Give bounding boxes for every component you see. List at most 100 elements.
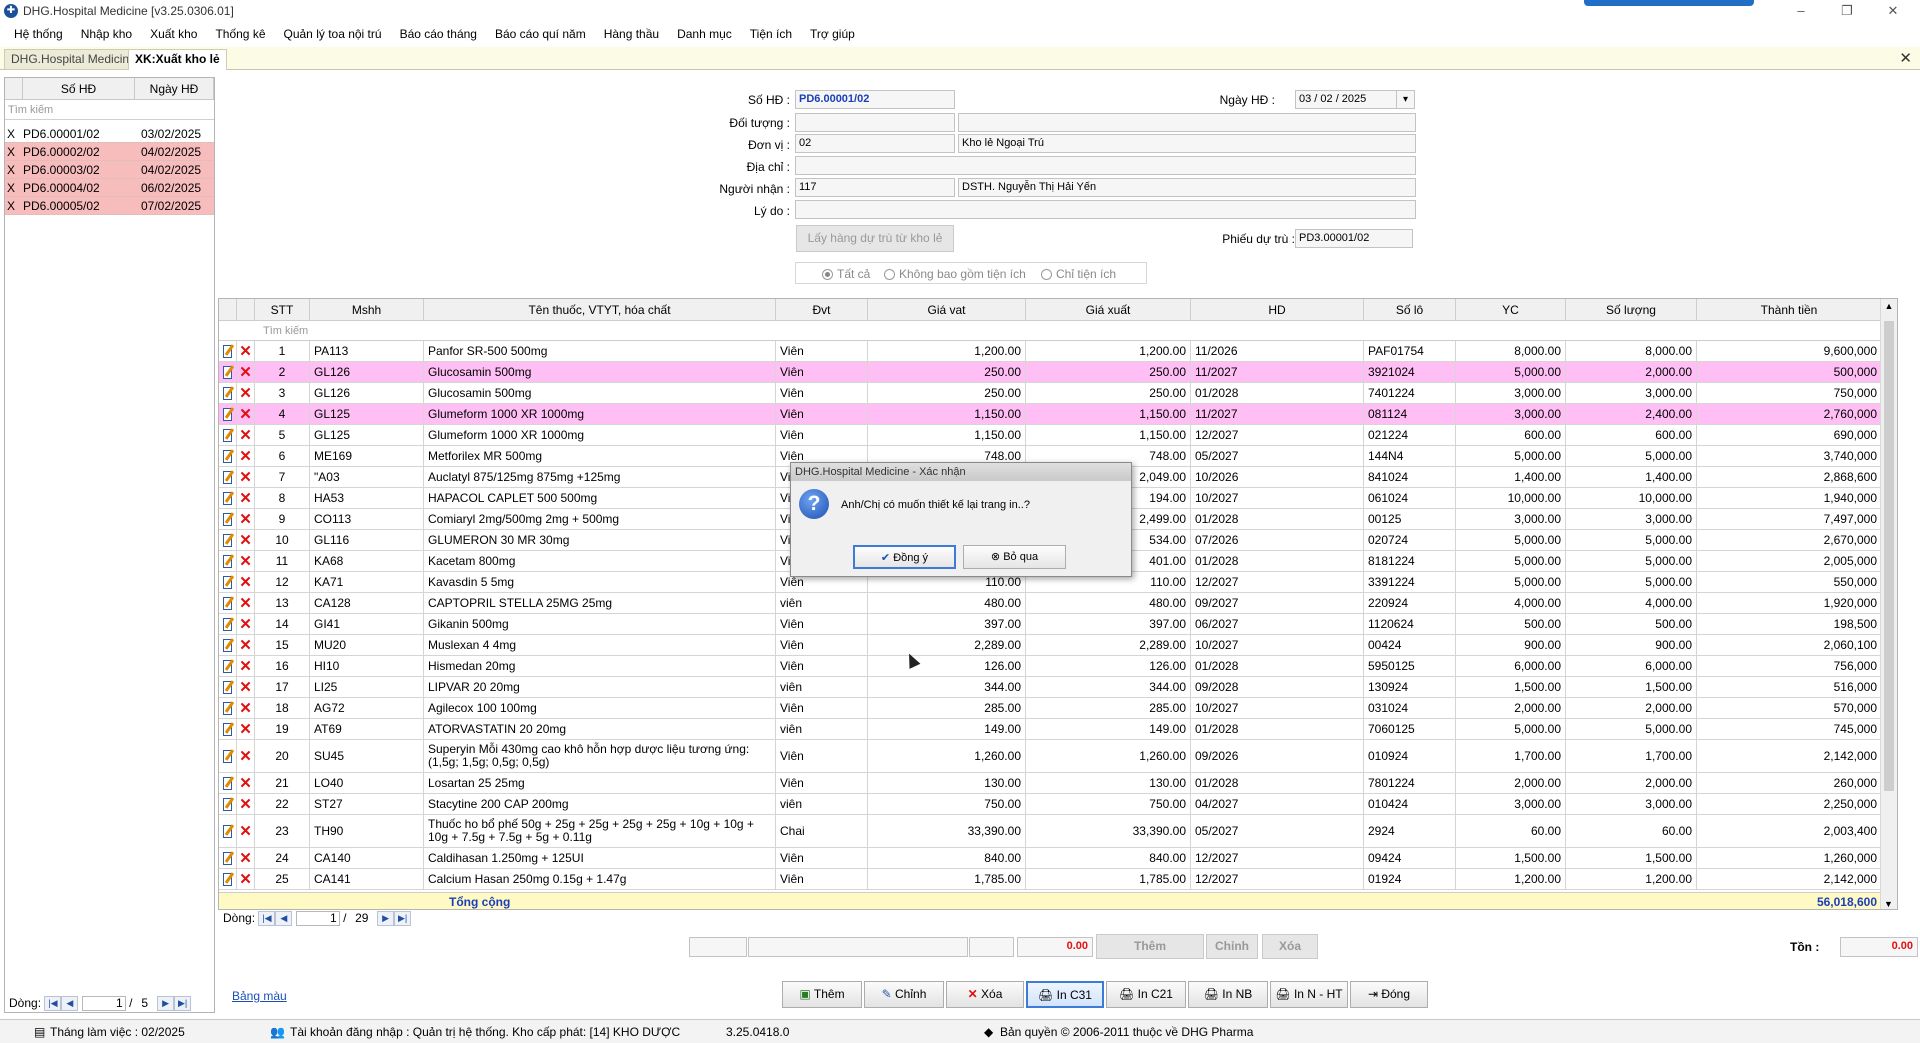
- edit-row-icon[interactable]: [223, 407, 232, 421]
- sub-them-button[interactable]: Thêm: [1096, 934, 1204, 959]
- table-row[interactable]: ✕ 20 SU45 Superyin Mỗi 430mg cao khô hỗn hợ…: [219, 740, 1897, 773]
- delete-row-icon[interactable]: ✕: [239, 824, 252, 839]
- them-button[interactable]: ▣ Thêm: [782, 981, 862, 1008]
- delete-row-icon[interactable]: ✕: [239, 449, 252, 464]
- edit-row-icon[interactable]: [223, 554, 232, 568]
- invoice-list-row[interactable]: X PD6.00001/02 03/02/2025: [5, 125, 214, 143]
- delete-cell[interactable]: ✕: [237, 446, 255, 466]
- delete-cell[interactable]: ✕: [237, 740, 255, 772]
- menu-tro-giup[interactable]: Trợ giúp: [801, 22, 864, 47]
- delete-cell[interactable]: ✕: [237, 869, 255, 889]
- delete-cell[interactable]: ✕: [237, 656, 255, 676]
- edit-cell[interactable]: [219, 404, 237, 424]
- delete-cell[interactable]: ✕: [237, 341, 255, 361]
- edit-cell[interactable]: [219, 740, 237, 772]
- edit-row-icon[interactable]: [223, 776, 232, 790]
- so-hd-field[interactable]: PD6.00001/02: [795, 90, 955, 109]
- edit-cell[interactable]: [219, 467, 237, 487]
- sub-field-2[interactable]: [748, 937, 968, 957]
- edit-row-icon[interactable]: [223, 470, 232, 484]
- delete-cell[interactable]: ✕: [237, 362, 255, 382]
- table-row[interactable]: ✕ 17 LI25 LIPVAR 20 20mg viên 344.00 344.00 09/…: [219, 677, 1897, 698]
- grid-prev-page-icon[interactable]: ◀: [275, 911, 293, 927]
- menu-bao-cao-qui-nam[interactable]: Báo cáo quí năm: [486, 22, 595, 47]
- edit-cell[interactable]: [219, 488, 237, 508]
- edit-cell[interactable]: [219, 425, 237, 445]
- edit-row-icon[interactable]: [223, 680, 232, 694]
- menu-tien-ich[interactable]: Tiện ích: [741, 22, 801, 47]
- delete-row-icon[interactable]: ✕: [239, 512, 252, 527]
- delete-cell[interactable]: ✕: [237, 593, 255, 613]
- edit-cell[interactable]: [219, 869, 237, 889]
- delete-cell[interactable]: ✕: [237, 614, 255, 634]
- ly-do-field[interactable]: [795, 200, 1416, 219]
- xoa-button[interactable]: ✕ Xóa: [946, 981, 1024, 1008]
- delete-row-icon[interactable]: ✕: [239, 749, 252, 764]
- sub-amount-field[interactable]: 0.00: [1017, 937, 1093, 957]
- edit-cell[interactable]: [219, 773, 237, 793]
- edit-cell[interactable]: [219, 635, 237, 655]
- edit-cell[interactable]: [219, 530, 237, 550]
- list-search-input[interactable]: Tìm kiếm: [5, 100, 214, 120]
- grid-header-dvt[interactable]: Đvt: [776, 299, 868, 321]
- chinh-button[interactable]: ✎ Chỉnh: [864, 981, 944, 1008]
- in-c21-button[interactable]: 🖨 In C21: [1106, 981, 1186, 1008]
- table-row[interactable]: ✕ 1 PA113 Panfor SR-500 500mg Viên 1,200.00 1,…: [219, 341, 1897, 362]
- delete-row-icon[interactable]: ✕: [239, 575, 252, 590]
- grid-header-del[interactable]: [237, 299, 255, 321]
- edit-row-icon[interactable]: [223, 749, 232, 763]
- grid-header-stt[interactable]: STT: [255, 299, 310, 321]
- delete-row-icon[interactable]: ✕: [239, 407, 252, 422]
- last-page-icon[interactable]: ▶|: [174, 996, 192, 1012]
- table-row[interactable]: ✕ 15 MU20 Muslexan 4 4mg Viên 2,289.00 2,289.0…: [219, 635, 1897, 656]
- delete-row-icon[interactable]: ✕: [239, 638, 252, 653]
- grid-header-gia_vat[interactable]: Giá vat: [868, 299, 1026, 321]
- delete-cell[interactable]: ✕: [237, 467, 255, 487]
- edit-cell[interactable]: [219, 677, 237, 697]
- edit-row-icon[interactable]: [223, 512, 232, 526]
- edit-row-icon[interactable]: [223, 617, 232, 631]
- close-tab-icon[interactable]: ✕: [1899, 49, 1912, 67]
- scroll-up-icon[interactable]: ▲: [1881, 299, 1897, 313]
- edit-row-icon[interactable]: [223, 449, 232, 463]
- edit-cell[interactable]: [219, 656, 237, 676]
- menu-hang-thau[interactable]: Hàng thầu: [595, 22, 668, 47]
- invoice-list-row[interactable]: X PD6.00005/02 07/02/2025: [5, 197, 214, 215]
- in-nht-button[interactable]: 🖨 In N - HT: [1270, 981, 1348, 1008]
- delete-cell[interactable]: ✕: [237, 551, 255, 571]
- list-page-input[interactable]: 1: [81, 996, 126, 1012]
- edit-cell[interactable]: [219, 509, 237, 529]
- don-vi-name-field[interactable]: Kho lẻ Ngoại Trú: [958, 134, 1416, 153]
- menu-quan-ly-toa[interactable]: Quản lý toa nội trú: [275, 22, 391, 47]
- edit-row-icon[interactable]: [223, 491, 232, 505]
- delete-row-icon[interactable]: ✕: [239, 491, 252, 506]
- grid-header-gia_xuat[interactable]: Giá xuất: [1026, 299, 1191, 321]
- delete-row-icon[interactable]: ✕: [239, 776, 252, 791]
- delete-cell[interactable]: ✕: [237, 635, 255, 655]
- tab-home[interactable]: DHG.Hospital Medicine: [4, 49, 143, 70]
- delete-cell[interactable]: ✕: [237, 677, 255, 697]
- delete-row-icon[interactable]: ✕: [239, 659, 252, 674]
- tab-xuat-kho-le[interactable]: XK:Xuất kho lẻ: [128, 49, 227, 70]
- delete-cell[interactable]: ✕: [237, 488, 255, 508]
- table-row[interactable]: ✕ 16 HI10 Hismedan 20mg Viên 126.00 126.00 01/2…: [219, 656, 1897, 677]
- table-row[interactable]: ✕ 19 AT69 ATORVASTATIN 20 20mg viên 149.00 149…: [219, 719, 1897, 740]
- edit-row-icon[interactable]: [223, 701, 232, 715]
- first-page-icon[interactable]: |◀: [44, 996, 62, 1012]
- date-dropdown-icon[interactable]: ▾: [1396, 91, 1414, 108]
- delete-row-icon[interactable]: ✕: [239, 344, 252, 359]
- scroll-thumb[interactable]: [1884, 321, 1894, 791]
- delete-row-icon[interactable]: ✕: [239, 386, 252, 401]
- edit-row-icon[interactable]: [223, 638, 232, 652]
- menu-danh-muc[interactable]: Danh mục: [668, 22, 741, 47]
- ton-field[interactable]: 0.00: [1840, 937, 1918, 957]
- edit-row-icon[interactable]: [223, 824, 232, 838]
- bang-mau-link[interactable]: Bảng màu: [232, 989, 287, 1003]
- delete-cell[interactable]: ✕: [237, 719, 255, 739]
- grid-scrollbar[interactable]: ▲ ▼: [1880, 299, 1897, 909]
- table-row[interactable]: ✕ 5 GL125 Glumeform 1000 XR 1000mg Viên 1,150…: [219, 425, 1897, 446]
- grid-header-so_luong[interactable]: Số lượng: [1566, 299, 1697, 321]
- edit-cell[interactable]: [219, 719, 237, 739]
- nguoi-nhan-name-field[interactable]: DSTH. Nguyễn Thị Hải Yến: [958, 178, 1416, 197]
- invoice-list-row[interactable]: X PD6.00003/02 04/02/2025: [5, 161, 214, 179]
